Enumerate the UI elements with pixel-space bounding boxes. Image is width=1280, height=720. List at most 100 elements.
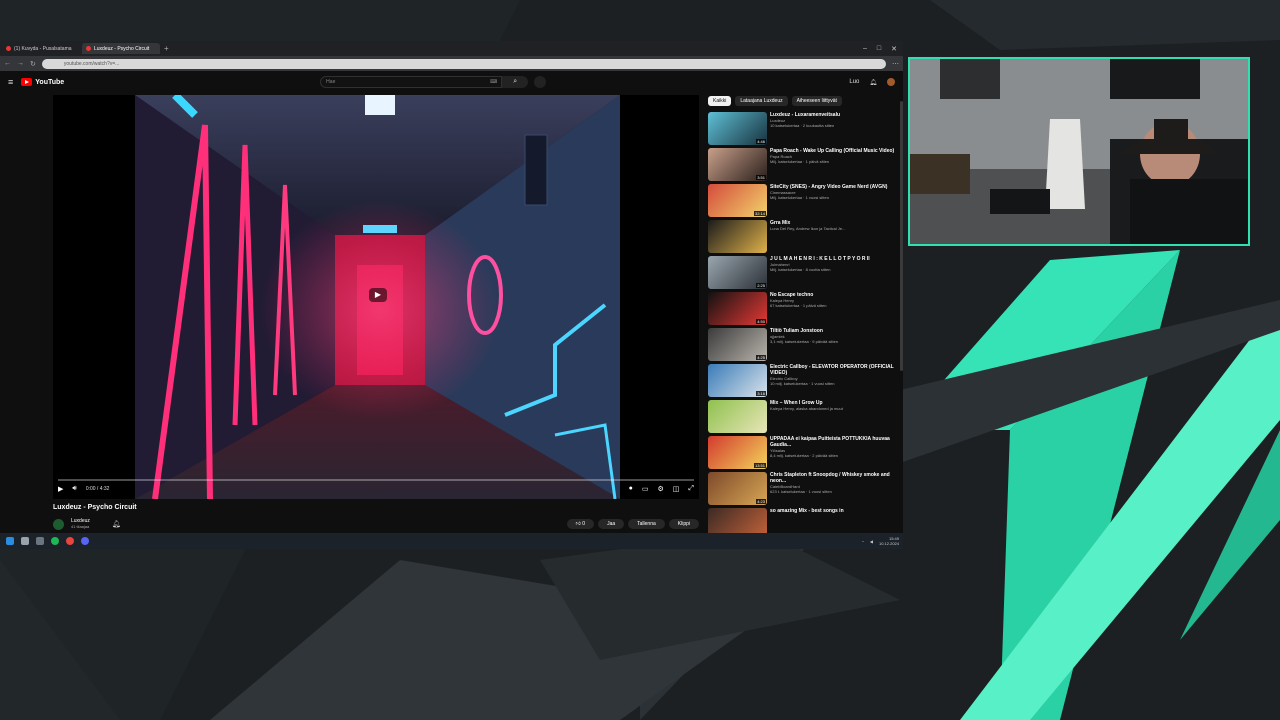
extensions-icon[interactable]: ⋯ xyxy=(892,60,899,68)
search-button[interactable]: ⌕ xyxy=(502,76,529,88)
like-button[interactable]: 👍︎ 0 xyxy=(566,519,595,529)
autoplay-toggle[interactable]: ● xyxy=(629,485,633,493)
video-thumbnail[interactable]: 3:51 xyxy=(708,148,767,181)
video-actions: 👍︎ 0 Jaa Tallenna Klippi xyxy=(566,519,699,529)
sidebar-scrollbar[interactable] xyxy=(900,101,903,371)
progress-bar[interactable] xyxy=(58,479,694,481)
duration-badge: 4:46 xyxy=(756,139,766,144)
video-thumbnail[interactable]: 4:46 xyxy=(708,112,767,145)
recommendation-item[interactable]: 4:23 Chris Stapleton ft Snoopdog / Whiske… xyxy=(708,472,898,508)
recommendation-item[interactable]: 13:51 UPPADAA ei kaipaa Puitteista POTTUK… xyxy=(708,436,898,472)
recommendation-title[interactable]: UPPADAA ei kaipaa Puitteista POTTUKKIA h… xyxy=(770,436,896,448)
video-thumbnail[interactable]: 13:51 xyxy=(708,436,767,469)
recommendation-stats: 10 katselukertaa · 2 kuukautta sitten xyxy=(770,123,835,128)
player-controls-right: ● ▭ ⚙ ◫ ⤢ xyxy=(629,485,694,493)
minimize-button[interactable]: – xyxy=(863,45,867,53)
chip-related[interactable]: Aiheeseen liittyvät xyxy=(791,96,842,106)
recommendation-meta: Grra Mix Luna Del Rey, Andrew Ikon ja Tac… xyxy=(770,220,896,256)
spotify-icon[interactable] xyxy=(51,537,59,545)
url-input[interactable]: youtube.com/watch?v=... xyxy=(41,58,886,69)
recommendation-meta: Mix – When I Grow Up Kaleya Henry, alaska… xyxy=(770,400,896,436)
chrome-icon[interactable] xyxy=(66,537,74,545)
miniplayer-icon[interactable]: ◫ xyxy=(673,485,680,493)
duration-badge: 32:14 xyxy=(753,211,766,216)
video-thumbnail[interactable]: 4:25 xyxy=(708,328,767,361)
forward-icon[interactable]: → xyxy=(17,60,24,67)
speaker-icon[interactable]: ◀ xyxy=(870,539,873,544)
recommendation-item[interactable]: 3:51 Papa Roach - Wake Up Calling (Offici… xyxy=(708,148,898,184)
back-icon[interactable]: ← xyxy=(4,60,11,67)
discord-icon[interactable] xyxy=(81,537,89,545)
recommendation-stats: Milj. katselukertaa · 8 vuotta sitten xyxy=(770,267,831,272)
avatar[interactable] xyxy=(887,78,895,86)
recommendation-list: 4:46 Luxdeuz - Luxaramenveitsalu Luxdeuz 10… xyxy=(708,112,898,544)
video-player[interactable]: ▶ ▶ 🔊︎ 0:00 / 4:32 ● ▭ ⚙ ◫ ⤢ xyxy=(53,95,699,499)
create-button[interactable]: Luo xyxy=(849,79,859,85)
video-thumbnail[interactable]: 2:25 xyxy=(708,256,767,289)
duration-badge: 4:25 xyxy=(756,355,766,360)
duration-badge: 4:50 xyxy=(756,319,766,324)
subtitles-icon[interactable]: ▭ xyxy=(642,485,649,493)
system-tray: ◔ ◀ 15:49 10.12.2024 xyxy=(861,536,903,546)
duration-badge: 2:25 xyxy=(756,283,766,288)
recommendation-title[interactable]: Chris Stapleton ft Snoopdog / Whiskey sm… xyxy=(770,472,896,484)
video-thumbnail[interactable] xyxy=(708,400,767,433)
voice-search-button[interactable] xyxy=(534,76,547,88)
browser-tab[interactable]: (1) Kuvyda - Pusalsatama xyxy=(2,43,80,54)
recommendation-item[interactable]: 32:14 SiteCity (SNES) - Angry Video Game … xyxy=(708,184,898,220)
share-button[interactable]: Jaa xyxy=(598,519,625,529)
recommendation-title[interactable]: so amazing Mix - best songs in xyxy=(770,508,896,514)
recommendation-item[interactable]: 3:16 Electric Callboy - ELEVATOR OPERATOR… xyxy=(708,364,898,400)
video-thumbnail[interactable]: 32:14 xyxy=(708,184,767,217)
chip-from-uploader[interactable]: Lataajana Luxdeuz xyxy=(735,96,788,106)
recommendation-meta: Chris Stapleton ft Snoopdog / Whiskey sm… xyxy=(770,472,896,508)
fullscreen-icon[interactable]: ⤢ xyxy=(688,485,694,493)
video-thumbnail[interactable] xyxy=(708,220,767,253)
window-controls: – □ ✕ xyxy=(863,45,903,53)
video-thumbnail[interactable]: 3:16 xyxy=(708,364,767,397)
video-thumbnail[interactable]: 4:50 xyxy=(708,292,767,325)
video-thumbnail[interactable]: 4:23 xyxy=(708,472,767,505)
settings-gear-icon[interactable]: ⚙ xyxy=(657,485,663,493)
search-icon[interactable] xyxy=(21,537,29,545)
recommendation-item[interactable]: Mix – When I Grow Up Kaleya Henry, alaska… xyxy=(708,400,898,436)
recommendation-item[interactable]: 4:46 Luxdeuz - Luxaramenveitsalu Luxdeuz 10… xyxy=(708,112,898,148)
close-button[interactable]: ✕ xyxy=(891,45,897,53)
save-button[interactable]: Tallenna xyxy=(628,519,665,529)
time-display: 0:00 / 4:32 xyxy=(85,486,110,492)
recommendation-title[interactable]: Electric Callboy - ELEVATOR OPERATOR (OF… xyxy=(770,364,896,376)
reload-icon[interactable]: ↻ xyxy=(30,60,36,68)
recommendation-item[interactable]: 2:25 J U L M A H E N R I : K E L L O T P … xyxy=(708,256,898,292)
recommendation-meta: UPPADAA ei kaipaa Puitteista POTTUKKIA h… xyxy=(770,436,896,472)
keyboard-icon[interactable]: ⌨ xyxy=(490,77,497,87)
play-overlay-icon[interactable]: ▶ xyxy=(369,288,387,302)
start-windows-icon[interactable] xyxy=(6,537,14,545)
recommendation-meta: No Escape techno Kaleya Henry 67 katseluke… xyxy=(770,292,896,328)
notifications-bell-icon[interactable]: 🔔︎ xyxy=(869,79,877,86)
maximize-button[interactable]: □ xyxy=(877,45,881,53)
recommendation-stats: 8,4 milj. katselukertaa · 2 päivää sitte… xyxy=(770,453,839,458)
recommendation-meta: Electric Callboy - ELEVATOR OPERATOR (OF… xyxy=(770,364,896,400)
search-input[interactable]: Hae ⌨ xyxy=(320,76,503,88)
channel-avatar[interactable] xyxy=(53,518,64,530)
play-icon[interactable]: ▶ xyxy=(58,485,63,493)
recommendation-item[interactable]: 4:25 Tiltiö Tuliam Jonstoon ojjamlek 3,1 mi… xyxy=(708,328,898,364)
youtube-logo[interactable]: YouTube xyxy=(21,78,64,86)
related-filter-chips: Kaikki Lataajana Luxdeuz Aiheeseen liitt… xyxy=(708,96,842,106)
browser-tab-bar: (1) Kuvyda - Pusalsatama Luxdeuz - Psych… xyxy=(0,41,903,56)
menu-icon[interactable]: ≡ xyxy=(8,77,13,87)
clock[interactable]: 15:49 10.12.2024 xyxy=(879,536,899,546)
volume-icon[interactable]: 🔊︎ xyxy=(72,485,76,493)
chip-all[interactable]: Kaikki xyxy=(708,96,732,106)
browser-tab-active[interactable]: Luxdeuz - Psycho Circuit xyxy=(82,43,160,54)
webcam-overlay xyxy=(908,57,1250,246)
clip-button[interactable]: Klippi xyxy=(668,519,699,529)
wifi-icon[interactable]: ◔ xyxy=(861,539,863,544)
recommendation-stats: 67 katselukertaa · 1 päivä sitten xyxy=(770,303,827,308)
recommendation-channel: Luna Del Rey, Andrew Ikon ja Tactical Je… xyxy=(770,226,846,231)
recommendation-item[interactable]: 4:50 No Escape techno Kaleya Henry 67 katse… xyxy=(708,292,898,328)
settings-gear-icon[interactable] xyxy=(36,537,44,545)
new-tab-button[interactable]: + xyxy=(164,44,169,53)
subscribe-bell-icon[interactable]: 🔔︎ xyxy=(112,520,121,528)
recommendation-item[interactable]: Grra Mix Luna Del Rey, Andrew Ikon ja Tac… xyxy=(708,220,898,256)
